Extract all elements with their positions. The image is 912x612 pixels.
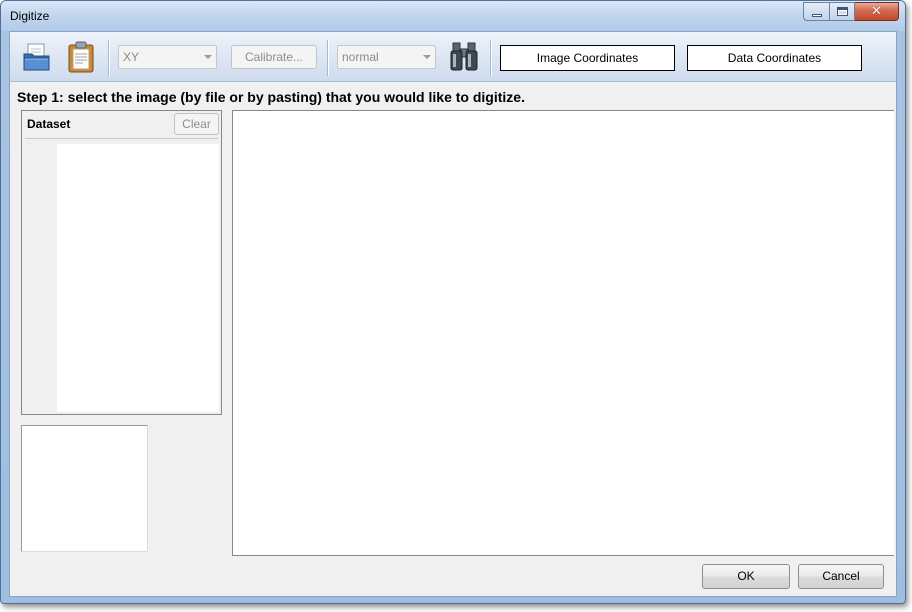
paste-image-button[interactable]	[65, 40, 97, 74]
maximize-button[interactable]	[829, 2, 855, 21]
find-button[interactable]	[448, 40, 480, 74]
coordinate-type-select[interactable]: XY	[118, 45, 217, 69]
dataset-list[interactable]	[57, 144, 219, 412]
window-controls: ✕	[803, 2, 899, 21]
mode-select[interactable]: normal	[337, 45, 436, 69]
toolbar-separator	[327, 40, 328, 76]
folder-open-icon	[23, 43, 50, 71]
zoom-preview	[21, 425, 148, 552]
dataset-title: Dataset	[27, 117, 71, 131]
title-bar[interactable]: Digitize ✕	[1, 1, 905, 31]
chevron-down-icon	[423, 55, 431, 59]
data-coordinates-display: Data Coordinates	[687, 45, 862, 71]
ok-button[interactable]: OK	[702, 564, 790, 589]
digitize-window: Digitize ✕ XY Calibrate... normal Image …	[0, 0, 906, 604]
toolbar-separator	[490, 40, 491, 76]
image-coordinates-display: Image Coordinates	[500, 45, 675, 71]
mode-value: normal	[342, 50, 379, 64]
coordinate-type-value: XY	[123, 50, 140, 64]
clipboard-paste-icon	[68, 41, 94, 73]
step-instruction: Step 1: select the image (by file or by …	[17, 89, 525, 105]
dataset-panel: Dataset Clear	[21, 110, 222, 415]
maximize-icon	[836, 7, 848, 16]
clear-dataset-button[interactable]: Clear	[174, 113, 219, 135]
divider	[25, 138, 218, 139]
calibrate-button[interactable]: Calibrate...	[231, 45, 317, 69]
open-file-button[interactable]	[21, 40, 53, 74]
binoculars-icon	[450, 42, 478, 71]
close-button[interactable]: ✕	[855, 2, 899, 21]
chevron-down-icon	[204, 55, 212, 59]
window-title: Digitize	[10, 9, 50, 23]
toolbar: XY Calibrate... normal Image Coordinates…	[10, 32, 896, 82]
toolbar-separator	[108, 40, 109, 76]
image-canvas[interactable]	[232, 110, 894, 556]
cancel-button[interactable]: Cancel	[798, 564, 884, 589]
dialog-client-area: XY Calibrate... normal Image Coordinates…	[9, 31, 897, 597]
minimize-button[interactable]	[803, 2, 829, 21]
close-icon: ✕	[871, 4, 882, 19]
minimize-icon	[811, 13, 822, 17]
